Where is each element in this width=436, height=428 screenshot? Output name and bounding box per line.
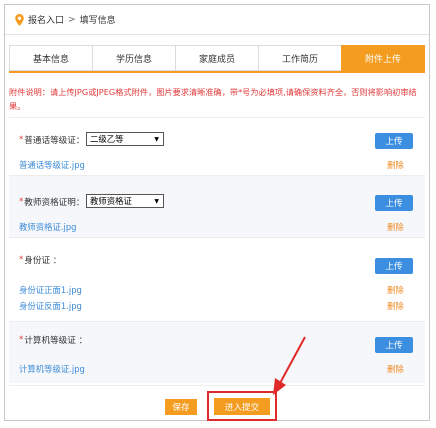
tab-work-history[interactable]: 工作简历: [258, 45, 341, 71]
teacher-cert-value: 教师资格证: [90, 196, 132, 206]
breadcrumb: 报名入口 > 填写信息: [5, 5, 429, 35]
attachment-notice: 附件说明：请上传JPG或JPEG格式附件，图片要求清晰准确，带*号为必填项,请确…: [9, 87, 417, 111]
tab-family[interactable]: 家庭成员: [175, 45, 258, 71]
breadcrumb-separator: >: [68, 14, 76, 25]
caret-down-icon: ▼: [154, 135, 159, 143]
tab-education[interactable]: 学历信息: [92, 45, 175, 71]
breadcrumb-home[interactable]: 报名入口: [28, 13, 64, 26]
putonghua-level-select[interactable]: 二级乙等 ▼: [86, 132, 164, 146]
required-mark: *: [19, 335, 24, 345]
teacher-cert-file-link[interactable]: 教师资格证.jpg: [19, 221, 77, 233]
section-putonghua: * 普通话等级证： 二级乙等 ▼ 上传 普通话等级证.jpg 删除: [9, 117, 425, 175]
id-card-back-file-link[interactable]: 身份证反面1.jpg: [19, 300, 82, 312]
putonghua-delete-link[interactable]: 删除: [387, 159, 404, 171]
section-id-card: * 身份证 ： 上传 身份证正面1.jpg 删除 身份证反面1.jpg 删除: [9, 237, 425, 317]
tab-attachments[interactable]: 附件上传: [341, 45, 425, 71]
putonghua-label-text: 普通话等级证：: [24, 136, 85, 146]
section-teacher-cert: * 教师资格证明： 教师资格证 ▼ 上传 教师资格证.jpg 删除: [9, 175, 425, 237]
id-card-label-text: 身份证 ：: [24, 256, 62, 266]
computer-cert-delete-link[interactable]: 删除: [387, 363, 404, 375]
teacher-cert-upload-button[interactable]: 上传: [375, 195, 413, 211]
putonghua-file-link[interactable]: 普通话等级证.jpg: [19, 159, 85, 171]
required-mark: *: [19, 135, 24, 145]
id-card-back-delete-link[interactable]: 删除: [387, 300, 404, 312]
required-mark: *: [19, 255, 24, 265]
tab-bar: 基本信息 学历信息 家庭成员 工作简历 附件上传: [9, 45, 425, 73]
submit-button[interactable]: 进入提交: [214, 398, 270, 415]
teacher-cert-delete-link[interactable]: 删除: [387, 221, 404, 233]
save-button[interactable]: 保存: [165, 399, 197, 415]
breadcrumb-current: 填写信息: [79, 16, 116, 26]
teacher-cert-label: * 教师资格证明：: [19, 196, 84, 208]
computer-cert-label: * 计算机等级证 ：: [19, 334, 87, 346]
location-pin-icon: [15, 13, 24, 26]
computer-cert-upload-button[interactable]: 上传: [375, 337, 413, 353]
computer-cert-file-link[interactable]: 计算机等级证.jpg: [19, 363, 85, 375]
computer-cert-label-text: 计算机等级证 ：: [24, 336, 88, 346]
teacher-cert-select[interactable]: 教师资格证 ▼: [86, 194, 164, 208]
id-card-upload-button[interactable]: 上传: [375, 258, 413, 274]
id-card-label: * 身份证 ：: [19, 254, 61, 266]
putonghua-upload-button[interactable]: 上传: [375, 133, 413, 149]
teacher-cert-label-text: 教师资格证明：: [24, 198, 85, 208]
id-card-front-delete-link[interactable]: 删除: [387, 284, 404, 296]
id-card-front-file-link[interactable]: 身份证正面1.jpg: [19, 284, 82, 296]
tab-basic-info[interactable]: 基本信息: [9, 45, 92, 71]
section-computer-cert: * 计算机等级证 ： 上传 计算机等级证.jpg 删除: [9, 321, 425, 383]
putonghua-label: * 普通话等级证：: [19, 134, 84, 146]
required-mark: *: [19, 197, 24, 207]
divider: [9, 385, 425, 386]
caret-down-icon: ▼: [154, 197, 159, 205]
form-panel: 报名入口 > 填写信息 基本信息 学历信息 家庭成员 工作简历 附件上传 附件说…: [4, 4, 430, 421]
putonghua-level-value: 二级乙等: [90, 134, 124, 144]
